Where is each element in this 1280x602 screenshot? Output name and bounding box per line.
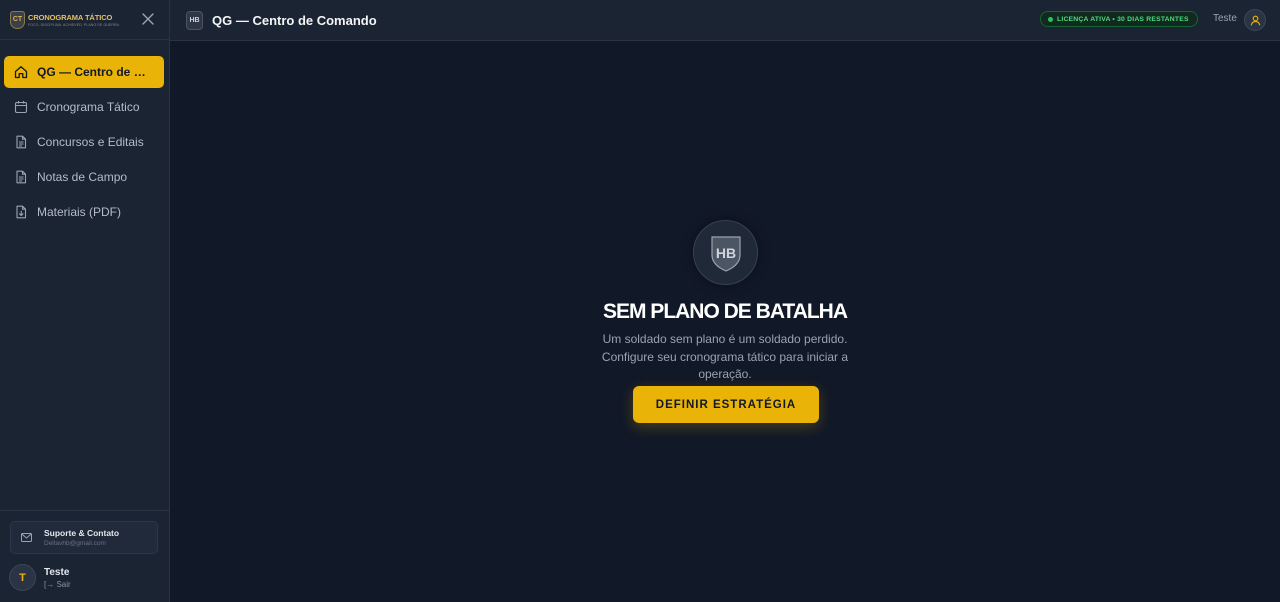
sidebar-item-label: Cronograma Tático <box>37 100 140 114</box>
page-title: QG — Centro de Comando <box>212 12 377 28</box>
logout-label: Sair <box>56 579 71 589</box>
mail-icon <box>21 533 32 542</box>
emblem-text: HB <box>715 245 735 261</box>
sidebar-item-label: Notas de Campo <box>37 170 128 184</box>
notes-icon <box>14 170 28 184</box>
sidebar-footer: Suporte & Contato Deltavhb@gmail.com T T… <box>0 510 169 602</box>
logout-button[interactable]: [→ Sair <box>44 580 71 589</box>
empty-state-description: Um soldado sem plano é um soldado perdid… <box>601 332 849 381</box>
avatar: T <box>9 564 36 591</box>
logo-subtitle: FOCO, DISCIPLINA, ACHIEVED. PLANO DE GUE… <box>28 22 120 27</box>
status-dot-icon <box>1048 16 1053 22</box>
sidebar-item-label: QG — Centro de Comando <box>37 65 152 79</box>
calendar-icon <box>14 100 28 114</box>
empty-state-title: SEM PLANO DE BATALHA <box>602 300 848 323</box>
sidebar-item-label: Concursos e Editais <box>37 135 144 149</box>
sidebar: CT CRONOGRAMA TÁTICO FOCO, DISCIPLINA, A… <box>0 0 170 602</box>
file-download-icon <box>14 205 28 219</box>
define-strategy-button[interactable]: DEFINIR ESTRATÉGIA <box>633 386 819 423</box>
close-sidebar-button[interactable] <box>141 12 155 26</box>
sidebar-item-label: Materiais (PDF) <box>37 205 122 219</box>
support-email: Deltavhb@gmail.com <box>44 540 106 547</box>
shield-icon: HB <box>710 235 741 272</box>
sidebar-item-cronograma[interactable]: Cronograma Tático <box>4 91 164 123</box>
license-status-badge: LICENÇA ATIVA • 30 DIAS RESTANTES <box>1040 11 1198 27</box>
empty-state: HB SEM PLANO DE BATALHA Um soldado sem p… <box>170 41 1280 602</box>
sidebar-item-materiais[interactable]: Materiais (PDF) <box>4 196 164 228</box>
support-contact-card[interactable]: Suporte & Contato Deltavhb@gmail.com <box>10 521 158 554</box>
logo-title: CRONOGRAMA TÁTICO <box>28 12 113 22</box>
home-icon <box>14 65 28 79</box>
document-icon <box>14 135 28 149</box>
top-user-name: Teste <box>1213 13 1237 24</box>
user-name: Teste <box>44 566 70 578</box>
user-icon <box>1250 15 1260 25</box>
support-title: Suporte & Contato <box>44 528 120 538</box>
license-text: LICENÇA ATIVA • 30 DIAS RESTANTES <box>1057 15 1189 23</box>
logo: CRONOGRAMA TÁTICO FOCO, DISCIPLINA, ACHI… <box>28 13 119 27</box>
top-bar: HB QG — Centro de Comando LICENÇA ATIVA … <box>170 0 1280 41</box>
user-profile: T Teste [→ Sair <box>9 564 71 591</box>
user-menu-button[interactable] <box>1244 9 1266 31</box>
sidebar-item-concursos[interactable]: Concursos e Editais <box>4 126 164 158</box>
logout-icon: [→ <box>44 579 55 589</box>
sidebar-item-qg[interactable]: QG — Centro de Comando <box>4 56 164 88</box>
logo-icon: CT <box>10 10 25 29</box>
close-icon <box>142 13 154 25</box>
sidebar-nav: QG — Centro de Comando Cronograma Tático… <box>0 40 169 228</box>
sidebar-item-notas[interactable]: Notas de Campo <box>4 161 164 193</box>
logo-icon: HB <box>186 10 203 30</box>
shield-emblem: HB <box>693 220 758 285</box>
